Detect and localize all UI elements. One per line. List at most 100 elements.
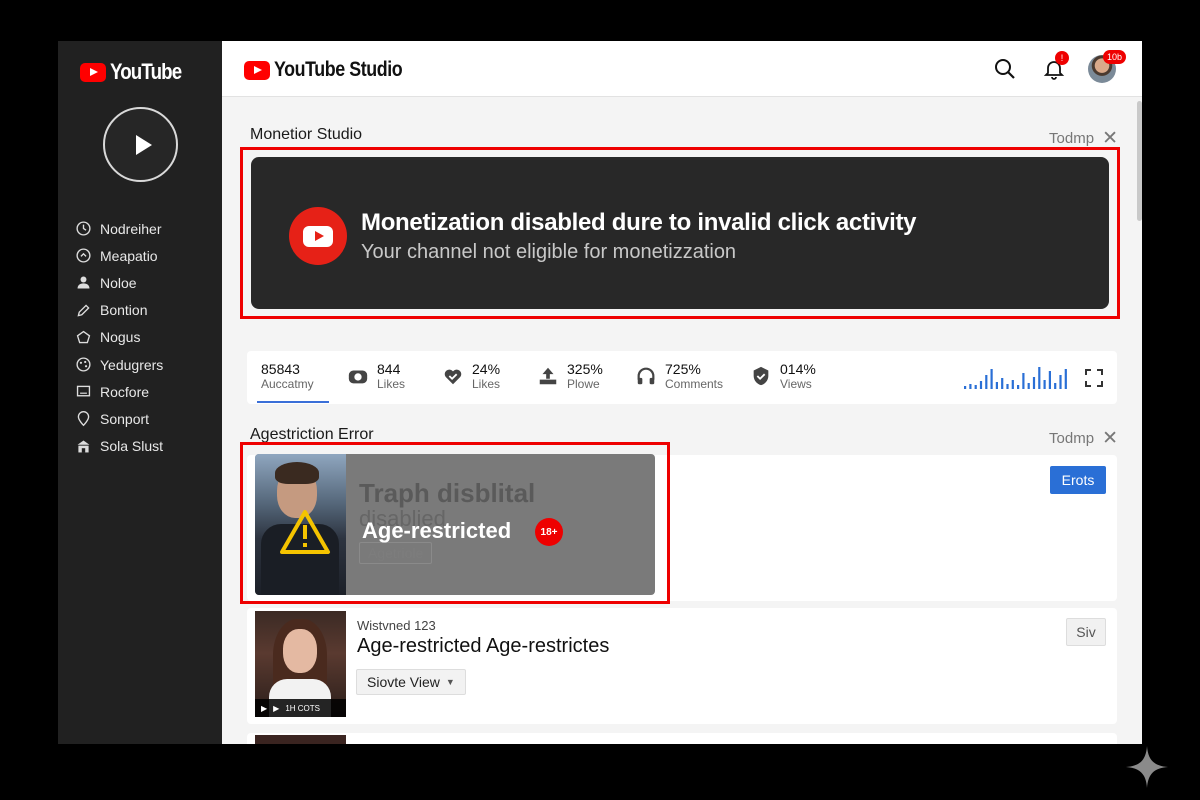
sidebar-item-label: Sola Slust xyxy=(100,438,164,455)
sparkline-bar xyxy=(1011,380,1014,389)
view-select[interactable]: Siovte View ▼ xyxy=(356,669,466,695)
video-row[interactable] xyxy=(247,733,1117,744)
sidebar-item-yedugrers[interactable]: Yedugrers xyxy=(74,351,163,378)
monetization-section-title: Monetior Studio xyxy=(250,126,363,143)
close-icon[interactable]: ✕ xyxy=(1102,427,1118,450)
age-highlight-frame xyxy=(240,442,670,604)
monitor-icon xyxy=(74,383,92,401)
studio-wordmark: YouTube Studio xyxy=(274,58,403,81)
video-row[interactable]: ▶ ▶ 1H COTS Wistvned 123 Age-restricted … xyxy=(247,608,1117,724)
sidebar-item-sonport[interactable]: Sonport xyxy=(74,405,163,432)
upload-icon xyxy=(539,367,557,385)
video-thumbnail[interactable] xyxy=(255,735,346,744)
sparkline-bar xyxy=(969,384,972,389)
alert-subtitle: Your channel not eligible for monetizzat… xyxy=(361,241,737,263)
shield-icon xyxy=(753,366,769,386)
expand-icon[interactable] xyxy=(1083,367,1105,389)
sparkline-bar xyxy=(1001,378,1004,389)
sparkline-bar xyxy=(1054,383,1057,389)
stat-views[interactable]: 014% Views xyxy=(750,361,816,391)
sparkline-bar xyxy=(1038,367,1041,389)
stat-label: Plowe xyxy=(567,377,600,391)
circle-arrow-icon xyxy=(74,247,92,265)
play-icon: ▶ xyxy=(261,703,268,713)
scrollbar[interactable] xyxy=(1137,101,1142,221)
youtube-play-icon xyxy=(244,60,270,80)
video-meta: Wistvned 123 xyxy=(357,618,436,633)
sidebar-item-meapatio[interactable]: Meapatio xyxy=(74,242,163,269)
sparkline-bar xyxy=(964,386,967,389)
youtube-alert-icon xyxy=(289,207,347,265)
search-icon xyxy=(995,59,1015,79)
sidebar-item-label: Yedugrers xyxy=(100,356,164,373)
camera-icon xyxy=(348,370,368,384)
studio-main: YouTube Studio ! 10b Monetior Studio Tod… xyxy=(222,41,1142,744)
stat-value: 24% xyxy=(472,361,501,377)
stat-value: 844 xyxy=(377,361,401,377)
sidebar-item-label: Rocfore xyxy=(100,383,150,400)
search-button[interactable] xyxy=(991,55,1019,83)
monetization-alert-card: Monetization disabled dure to invalid cl… xyxy=(251,157,1109,309)
app-window: YouTube Nodreiher Meapatio Noloe Bontion… xyxy=(58,41,1142,744)
heart-check-icon xyxy=(444,369,462,385)
sidebar-item-rocfore[interactable]: Rocfore xyxy=(74,378,163,405)
sparkline-bar xyxy=(1059,375,1062,389)
stat-value: 325% xyxy=(567,361,603,377)
sidebar: YouTube Nodreiher Meapatio Noloe Bontion… xyxy=(58,41,222,744)
views-sparkline xyxy=(964,367,1067,389)
player-controls: ▶ ▶ 1H COTS xyxy=(255,699,346,717)
location-icon xyxy=(74,410,92,428)
dismiss-label: Todmp xyxy=(1049,430,1095,447)
sparkline-bar xyxy=(1006,384,1009,389)
avatar-badge: 10b xyxy=(1103,50,1127,64)
errors-button[interactable]: Erots xyxy=(1050,466,1106,494)
sidebar-item-nogus[interactable]: Nogus xyxy=(74,324,163,351)
sparkline-bar xyxy=(1017,385,1020,389)
sidebar-item-label: Bontion xyxy=(100,302,148,319)
dismiss-label: Todmp xyxy=(1049,130,1095,147)
youtube-logo[interactable]: YouTube xyxy=(80,59,194,85)
sidebar-item-sola-slust[interactable]: Sola Slust xyxy=(74,433,163,460)
sparkline-bar xyxy=(1064,369,1067,389)
sidebar-item-label: Nogus xyxy=(100,329,141,346)
stat-value: 014% xyxy=(780,361,816,377)
stat-likes-rate[interactable]: 24% Likes xyxy=(442,361,500,391)
stat-label: Auccatmy xyxy=(261,377,314,391)
stat-value: 85843 xyxy=(261,361,300,377)
stat-value: 725% xyxy=(665,361,701,377)
sparkline-bar xyxy=(979,381,983,389)
video-thumbnail[interactable]: ▶ ▶ 1H COTS xyxy=(255,611,346,717)
sidebar-nav: Nodreiher Meapatio Noloe Bontion Nogus Y… xyxy=(74,215,163,460)
notifications-button[interactable]: ! xyxy=(1040,51,1069,83)
pencil-icon xyxy=(74,301,92,319)
sparkline-bar xyxy=(995,382,998,389)
sparkline-bar xyxy=(1043,380,1046,389)
sidebar-item-label: Meapatio xyxy=(100,247,158,264)
stat-label: Views xyxy=(780,377,812,391)
palette-icon xyxy=(74,356,92,374)
video-title[interactable]: Age-restricted Age-restrictes xyxy=(357,635,609,658)
sidebar-item-noloe[interactable]: Noloe xyxy=(74,269,163,296)
sparkline-bar xyxy=(990,369,993,389)
alert-title: Monetization disabled dure to invalid cl… xyxy=(361,209,917,236)
stat-comments[interactable]: 725% Comments xyxy=(635,361,723,391)
sidebar-item-bontion[interactable]: Bontion xyxy=(74,297,163,324)
stat-plowe[interactable]: 325% Plowe xyxy=(537,361,603,391)
sparkline-bar xyxy=(1022,373,1025,389)
stat-label: Likes xyxy=(377,377,406,391)
sidebar-item-label: Nodreiher xyxy=(100,220,162,237)
sidebar-item-label: Noloe xyxy=(100,274,137,291)
store-icon xyxy=(74,437,92,455)
stat-audience[interactable]: 85843 Auccatmy xyxy=(261,361,314,391)
youtube-studio-logo[interactable]: YouTube Studio xyxy=(244,58,425,82)
video-action-button[interactable]: Siv xyxy=(1066,618,1106,646)
age-section-dismiss[interactable]: Todmp ✕ xyxy=(1049,427,1118,450)
youtube-play-icon xyxy=(80,62,106,82)
stat-likes[interactable]: 844 Likes xyxy=(347,361,405,391)
play-icon[interactable] xyxy=(103,107,178,182)
pentagon-icon xyxy=(74,328,92,346)
chevron-down-icon: ▼ xyxy=(445,677,455,687)
view-select-label: Siovte View xyxy=(367,674,440,690)
stats-bar: 85843 Auccatmy 844 Likes 24% Likes 325% Plow… xyxy=(247,351,1117,404)
sidebar-item-nodreiher[interactable]: Nodreiher xyxy=(74,215,163,242)
